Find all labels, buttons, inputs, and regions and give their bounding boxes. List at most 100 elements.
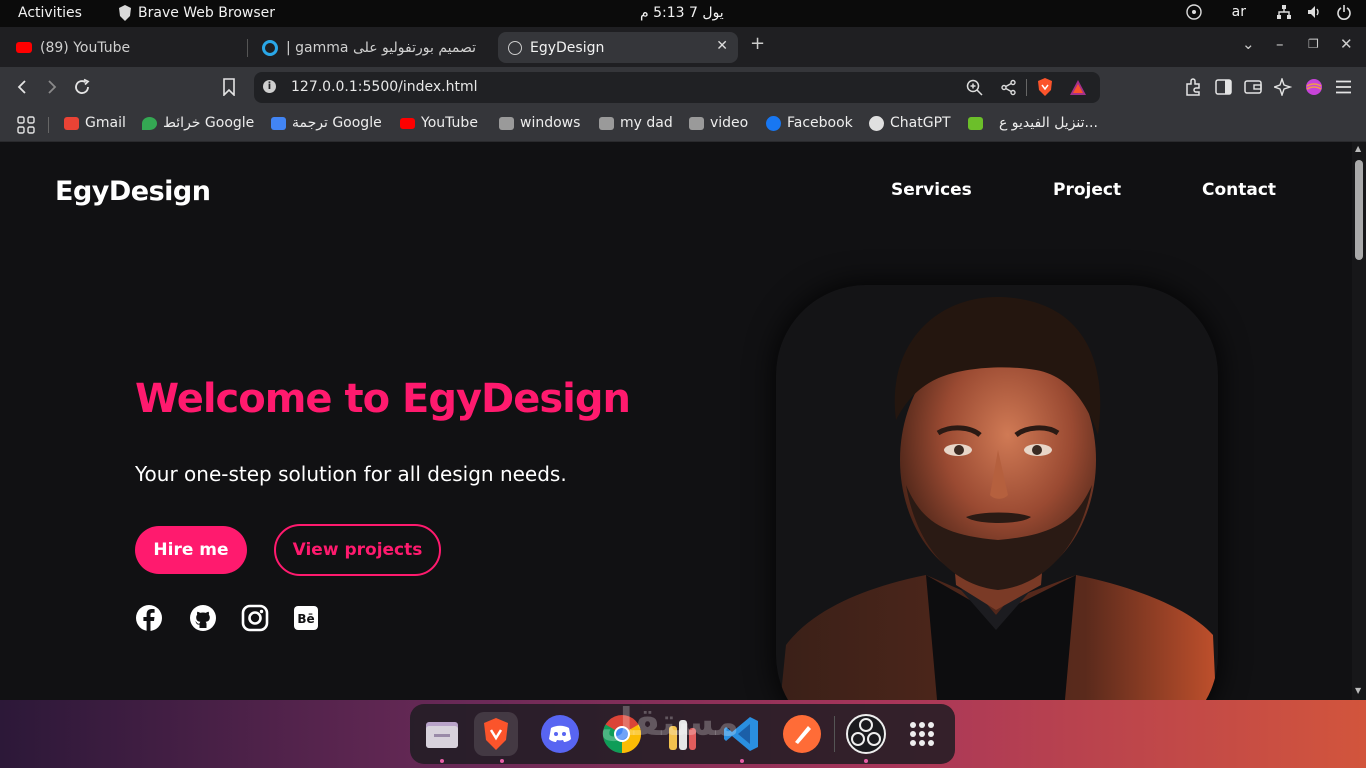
translate-icon <box>271 116 286 130</box>
brave-icon[interactable] <box>474 712 518 756</box>
apps-grid-icon[interactable] <box>17 116 35 134</box>
instagram-icon[interactable] <box>241 604 269 632</box>
bookmark-button[interactable] <box>222 75 236 103</box>
obs-icon[interactable] <box>844 712 888 756</box>
brave-rewards-icon[interactable] <box>1069 79 1087 96</box>
volume-icon[interactable] <box>1306 4 1322 20</box>
forward-arrow-icon <box>48 80 57 94</box>
reload-button[interactable] <box>73 75 91 103</box>
browser-toolbar: i 127.0.0.1:5500/index.html <box>0 67 1366 108</box>
bookmark-video-download[interactable]: تنزيل الفيديو ع... <box>968 115 1098 131</box>
tab-label: (89) YouTube <box>40 39 131 56</box>
bookmark-google-translate[interactable]: ترجمة Google <box>271 115 382 131</box>
view-projects-button[interactable]: View projects <box>274 524 441 576</box>
bookmark-gmail[interactable]: Gmail <box>64 115 126 131</box>
scroll-down-arrow-icon[interactable]: ▼ <box>1355 686 1361 695</box>
app-menu[interactable]: Brave Web Browser <box>118 5 275 21</box>
tab-label: EgyDesign <box>530 39 605 56</box>
running-indicator <box>740 759 744 763</box>
bookmark-icon <box>223 78 235 97</box>
reload-icon <box>75 78 90 94</box>
zoom-icon[interactable] <box>966 79 983 96</box>
desktop-dock-area: مستقل <box>0 700 1366 768</box>
extensions-icon[interactable] <box>1184 78 1203 97</box>
back-button[interactable] <box>14 75 30 102</box>
github-icon[interactable] <box>189 604 217 632</box>
vpn-icon[interactable] <box>1305 78 1323 96</box>
wallet-icon[interactable] <box>1244 79 1262 95</box>
hero-subtitle: Your one-step solution for all design ne… <box>135 462 567 486</box>
close-tab-icon[interactable]: ✕ <box>716 38 728 54</box>
forward-button[interactable] <box>44 75 60 102</box>
url-text[interactable]: 127.0.0.1:5500/index.html <box>291 79 478 95</box>
youtube-icon <box>400 117 415 129</box>
nav-contact[interactable]: Contact <box>1202 180 1276 200</box>
postman-icon[interactable] <box>780 712 824 756</box>
sidebar-icon[interactable] <box>1215 79 1232 95</box>
app-grid-icon[interactable] <box>900 712 944 756</box>
share-icon[interactable] <box>1000 79 1017 96</box>
leo-ai-icon[interactable] <box>1274 78 1292 96</box>
tab-youtube[interactable]: (89) YouTube <box>6 32 244 63</box>
clock[interactable]: يول 7 5:13 م <box>640 5 724 21</box>
tab-label: تصميم بورتفوليو على gamma | <box>286 39 477 56</box>
bookmark-facebook[interactable]: Facebook <box>766 115 853 131</box>
power-icon[interactable] <box>1336 4 1352 20</box>
running-indicator <box>500 759 504 763</box>
network-icon[interactable] <box>1276 4 1292 20</box>
running-indicator <box>440 759 444 763</box>
youtube-icon <box>16 42 32 53</box>
maximize-button[interactable]: ❐ <box>1308 37 1319 51</box>
behance-icon[interactable]: Bē <box>292 604 320 632</box>
bookmark-google-maps[interactable]: خرائط Google <box>142 115 254 131</box>
nav-services[interactable]: Services <box>891 180 972 200</box>
site-info-icon[interactable]: i <box>263 80 276 93</box>
hero-title: Welcome to EgyDesign <box>135 376 631 422</box>
profile-photo <box>780 296 1216 700</box>
minimize-button[interactable]: – <box>1276 35 1284 53</box>
scrollbar-thumb[interactable] <box>1355 160 1363 260</box>
tab-strip: (89) YouTube تصميم بورتفوليو على gamma |… <box>0 27 1366 67</box>
bookmark-youtube[interactable]: YouTube <box>400 115 478 131</box>
chatgpt-icon <box>869 115 884 131</box>
system-top-bar: Activities Brave Web Browser يول 7 5:13 … <box>0 0 1366 27</box>
bookmarks-bar: Gmail خرائط Google ترجمة Google YouTube … <box>0 108 1366 142</box>
facebook-icon <box>766 115 781 131</box>
tab-search-chevron-icon[interactable]: ⌄ <box>1242 35 1255 53</box>
page-scrollbar[interactable]: ▲ ▼ <box>1352 142 1366 700</box>
folder-icon <box>599 116 614 130</box>
download-arrow-icon <box>968 116 983 130</box>
language-indicator[interactable]: ar <box>1232 4 1246 20</box>
facebook-icon[interactable] <box>135 604 163 632</box>
running-indicator <box>864 759 868 763</box>
discord-icon[interactable] <box>538 712 582 756</box>
bookmark-folder-windows[interactable]: windows <box>499 115 580 131</box>
tab-gamma[interactable]: تصميم بورتفوليو على gamma | <box>252 32 494 63</box>
gamma-icon <box>262 39 278 56</box>
obs-tray-icon[interactable] <box>1185 4 1202 20</box>
new-tab-button[interactable]: + <box>750 33 765 54</box>
nav-project[interactable]: Project <box>1053 180 1121 200</box>
tab-egydesign[interactable]: EgyDesign ✕ <box>498 32 738 63</box>
close-window-button[interactable]: ✕ <box>1340 35 1353 53</box>
bookmark-folder-video[interactable]: video <box>689 115 748 131</box>
brave-icon <box>119 5 131 21</box>
globe-icon <box>508 40 522 55</box>
bookmark-folder-my-dad[interactable]: my dad <box>599 115 673 131</box>
site-logo[interactable]: EgyDesign <box>55 176 211 207</box>
brave-shields-icon[interactable] <box>1036 77 1054 97</box>
folder-icon <box>689 116 704 130</box>
folder-icon <box>499 116 514 130</box>
activities-button[interactable]: Activities <box>18 5 82 21</box>
address-bar[interactable]: i 127.0.0.1:5500/index.html <box>254 72 1100 103</box>
scroll-up-arrow-icon[interactable]: ▲ <box>1355 144 1361 153</box>
bookmark-chatgpt[interactable]: ChatGPT <box>869 115 951 131</box>
menu-icon[interactable] <box>1335 80 1352 94</box>
files-icon[interactable] <box>420 712 464 756</box>
maps-icon <box>142 116 157 130</box>
profile-photo-frame <box>776 285 1218 700</box>
web-page: EgyDesign Services Project Contact Welco… <box>0 142 1352 700</box>
watermark-logo: مستقل <box>600 700 739 744</box>
hire-me-button[interactable]: Hire me <box>135 526 247 574</box>
back-arrow-icon <box>17 80 26 94</box>
